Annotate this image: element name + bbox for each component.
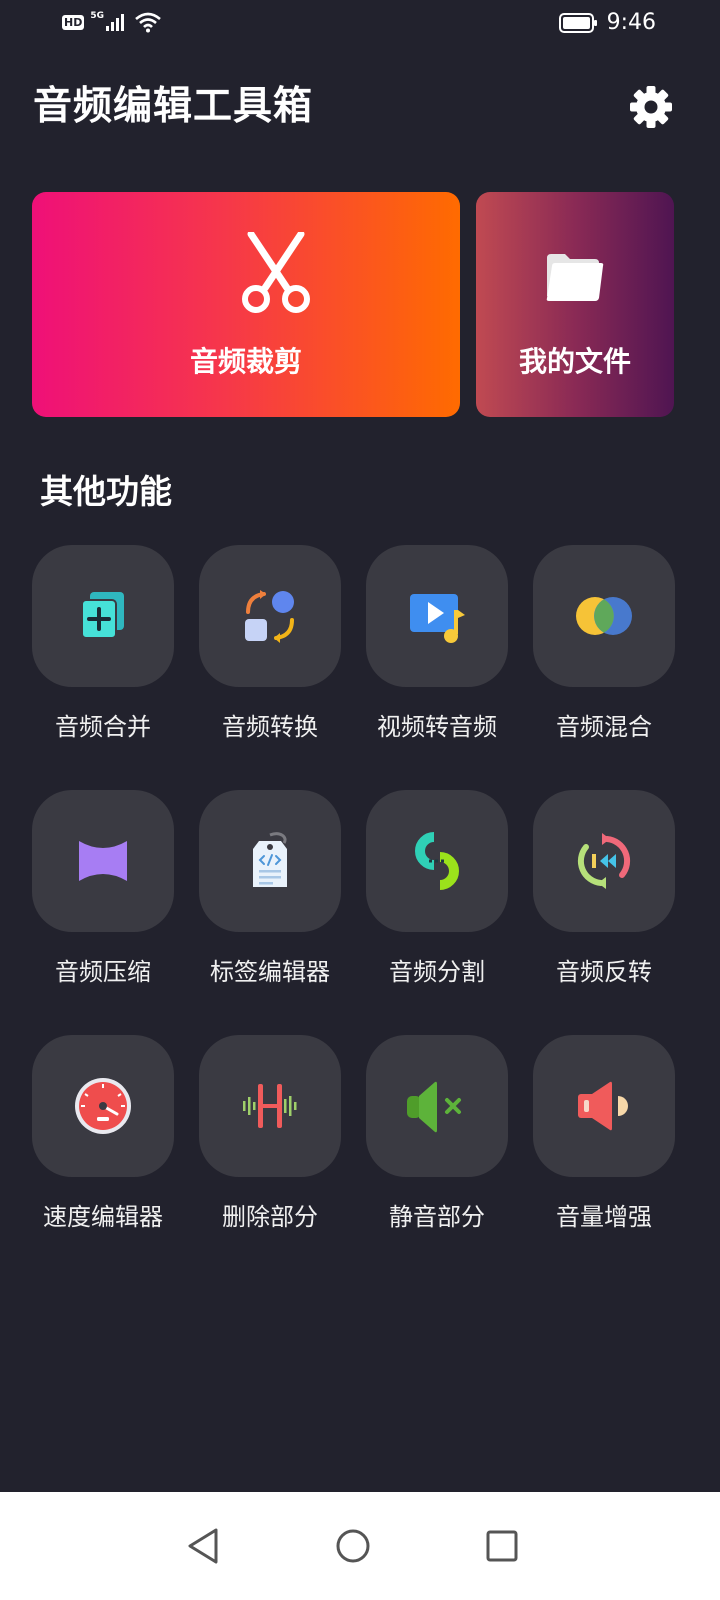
tool-tile-reverse[interactable] — [533, 790, 675, 932]
status-right: 9:46 — [558, 10, 656, 36]
tool-tile-split[interactable] — [366, 790, 508, 932]
status-bar: HD 5G 9:46 — [0, 0, 720, 50]
delete-part-icon — [243, 1084, 297, 1128]
network-type: 5G — [90, 10, 104, 21]
tool-tile-mute-part[interactable] — [366, 1035, 508, 1177]
compress-icon — [79, 841, 127, 881]
audio-trim-label: 音频裁剪 — [189, 345, 302, 378]
tool-label: 音频反转 — [556, 958, 652, 986]
tool-label: 音频转换 — [222, 713, 318, 741]
volume-boost-icon — [578, 1081, 628, 1131]
tool-tile-mix[interactable] — [533, 545, 675, 687]
scissors-icon — [242, 232, 310, 313]
status-left: HD 5G — [62, 11, 162, 33]
my-files-card[interactable]: 我的文件 — [476, 192, 674, 417]
tag-editor-icon — [253, 832, 287, 887]
tool-label: 音频分割 — [389, 958, 485, 986]
tool-label: 音频混合 — [556, 713, 652, 741]
tool-label: 速度编辑器 — [43, 1203, 163, 1231]
home-icon[interactable] — [333, 1526, 373, 1566]
split-icon — [415, 832, 459, 890]
convert-icon — [245, 590, 294, 643]
tool-label: 音频合并 — [55, 713, 151, 741]
tool-tile-compress[interactable] — [32, 790, 174, 932]
status-time: 9:46 — [606, 10, 656, 35]
tool-tile-volume-boost[interactable] — [533, 1035, 675, 1177]
signal-icon — [106, 14, 124, 31]
settings-button[interactable] — [628, 84, 674, 130]
tool-label: 标签编辑器 — [210, 958, 330, 986]
tool-tile-merge[interactable] — [32, 545, 174, 687]
reverse-icon — [577, 833, 631, 889]
audio-trim-card[interactable]: 音频裁剪 — [32, 192, 460, 417]
tool-tile-speed-editor[interactable] — [32, 1035, 174, 1177]
tool-label: 音频压缩 — [55, 958, 151, 986]
mute-icon — [407, 1081, 461, 1133]
tool-label: 音量增强 — [556, 1203, 652, 1231]
my-files-label: 我的文件 — [518, 345, 631, 378]
wifi-icon — [135, 12, 161, 33]
tool-label: 静音部分 — [389, 1203, 485, 1231]
video-to-audio-icon — [410, 594, 465, 643]
navigation-bar — [0, 1492, 720, 1600]
tool-tile-delete-part[interactable] — [199, 1035, 341, 1177]
tool-label: 删除部分 — [222, 1203, 318, 1231]
battery-icon — [558, 13, 597, 33]
hd-badge: HD — [62, 14, 85, 30]
mix-icon — [576, 597, 632, 635]
tool-label: 视频转音频 — [377, 713, 497, 741]
tool-tile-tag-editor[interactable] — [199, 790, 341, 932]
tool-tile-video-to-audio[interactable] — [366, 545, 508, 687]
recents-icon[interactable] — [482, 1526, 522, 1566]
tool-tile-convert[interactable] — [199, 545, 341, 687]
gear-icon — [630, 86, 672, 128]
app-title: 音频编辑工具箱 — [33, 84, 314, 129]
section-title: 其他功能 — [40, 472, 172, 511]
folder-icon — [546, 254, 604, 301]
merge-icon — [81, 592, 124, 639]
speedometer-icon — [75, 1078, 131, 1134]
back-icon[interactable] — [184, 1526, 224, 1566]
